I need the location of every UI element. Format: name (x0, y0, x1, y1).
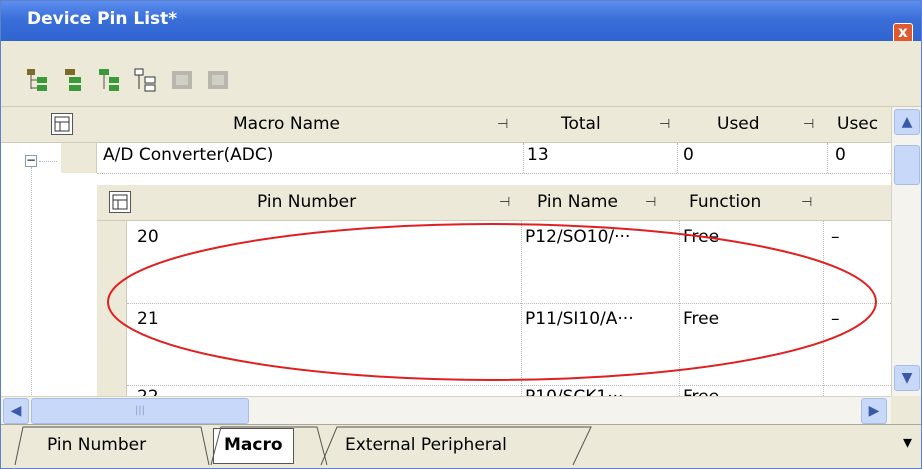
scroll-right-button[interactable]: ▶ (861, 398, 887, 424)
column-header-macro-name[interactable]: Macro Name (233, 114, 340, 134)
pin-icon[interactable]: ⊣ (801, 195, 812, 210)
pin-list-grid: Macro Name ⊣ Total ⊣ Used ⊣ Usec − A/D C… (1, 107, 891, 396)
column-header-used[interactable]: Used (717, 114, 760, 134)
show-tree-icon[interactable] (97, 67, 123, 93)
extra-cell: – (831, 309, 840, 329)
disabled-action-icon-2 (205, 67, 231, 93)
scroll-up-button[interactable]: ▲ (894, 109, 920, 135)
window-title: Device Pin List* (27, 9, 178, 29)
used-cell: 0 (683, 145, 694, 165)
close-button[interactable]: x (893, 23, 913, 43)
scroll-corner (891, 396, 921, 424)
tree-line (39, 161, 57, 162)
extra-cell: – (831, 227, 840, 247)
macro-header-row: Macro Name ⊣ Total ⊣ Used ⊣ Usec (1, 107, 891, 143)
collapse-toggle[interactable]: − (25, 154, 37, 167)
title-bar: Device Pin List* (1, 1, 921, 41)
expand-all-icon[interactable] (25, 67, 51, 93)
tab-bar: Pin Number Macro External Peripheral ▾ (1, 424, 921, 468)
tab-outline (14, 426, 592, 466)
scroll-thumb[interactable] (894, 145, 920, 185)
column-header-function[interactable]: Function (689, 192, 761, 212)
column-divider (523, 143, 524, 173)
function-cell: Free (683, 227, 720, 247)
disabled-action-icon (169, 67, 195, 93)
column-header-pin-number[interactable]: Pin Number (257, 192, 356, 212)
row-divider (97, 173, 891, 174)
column-divider (827, 143, 828, 173)
row-header[interactable] (61, 143, 97, 173)
column-divider (677, 143, 678, 173)
column-header-pin-name[interactable]: Pin Name (537, 192, 618, 212)
tree-line (31, 167, 32, 396)
column-divider (679, 221, 680, 396)
pin-name-cell: P11/SI10/A··· (525, 309, 634, 329)
row-header[interactable] (97, 221, 127, 396)
horizontal-scrollbar[interactable]: ◀ ||| ▶ (1, 396, 891, 424)
pin-icon[interactable]: ⊣ (645, 195, 656, 210)
vertical-scrollbar[interactable]: ▲ ▼ (891, 107, 921, 396)
scroll-down-button[interactable]: ▼ (894, 365, 920, 391)
row-divider (127, 385, 891, 386)
pin-number-cell: 20 (137, 227, 159, 247)
column-chooser-icon[interactable] (109, 191, 131, 213)
collapse-all-icon[interactable] (61, 67, 87, 93)
device-pin-list-window: Device Pin List* x Macro Name ⊣ Total ⊣ … (0, 0, 922, 469)
function-cell: Free (683, 387, 719, 396)
pin-name-cell: P10/SCK1··· (525, 387, 623, 396)
column-divider (521, 221, 522, 396)
total-cell: 13 (527, 145, 549, 165)
pin-number-cell: 22 (137, 387, 159, 396)
pin-icon[interactable]: ⊣ (803, 117, 814, 132)
scroll-left-button[interactable]: ◀ (3, 398, 29, 424)
tab-menu-arrow-icon[interactable]: ▾ (893, 427, 922, 461)
column-header-total[interactable]: Total (561, 114, 601, 134)
pin-header-row: Pin Number ⊣ Pin Name ⊣ Function ⊣ (97, 185, 891, 221)
column-header-used-2[interactable]: Usec (837, 114, 878, 134)
used-2-cell: 0 (835, 145, 846, 165)
toolbar (1, 41, 921, 107)
row-divider (127, 303, 891, 304)
column-chooser-icon[interactable] (51, 113, 73, 135)
tree-icon[interactable] (133, 67, 159, 93)
scroll-thumb[interactable]: ||| (31, 398, 249, 424)
pin-number-cell: 21 (137, 309, 159, 329)
macro-name-cell: A/D Converter(ADC) (103, 145, 274, 165)
column-divider (823, 221, 824, 396)
pin-icon[interactable]: ⊣ (499, 195, 510, 210)
function-cell: Free (683, 309, 720, 329)
pin-name-cell: P12/SO10/··· (525, 227, 631, 247)
pin-icon[interactable]: ⊣ (659, 117, 670, 132)
pin-icon[interactable]: ⊣ (497, 117, 508, 132)
